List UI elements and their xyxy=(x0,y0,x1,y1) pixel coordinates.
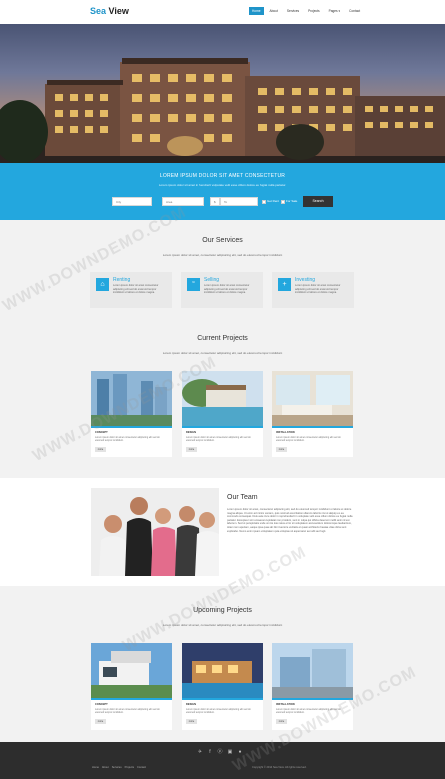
team-people-illustration xyxy=(91,488,219,576)
service-card-renting: ⌂ Renting Lorem ipsum dolor sit amet con… xyxy=(90,272,172,308)
quote-icon: “ xyxy=(187,278,200,291)
card-accent-bar xyxy=(182,698,263,700)
card-label: DESIGN xyxy=(186,431,196,434)
nav-item-about[interactable]: About xyxy=(267,7,281,15)
card-label: DESIGN xyxy=(186,703,196,706)
service-title: Selling xyxy=(204,277,220,283)
linkedin-icon[interactable]: ▣ xyxy=(227,749,233,755)
service-title: Investing xyxy=(295,277,316,283)
facebook-icon[interactable]: f xyxy=(207,749,213,755)
site-logo[interactable]: Sea View xyxy=(90,6,129,16)
services-subtitle: Lorem ipsum dolor sit amet, consectetur … xyxy=(162,253,283,257)
logo-text-sea: Sea xyxy=(90,6,107,16)
service-card-selling: “ Selling Lorem ipsum dolor sit amet con… xyxy=(181,272,263,308)
footer-links: Home About Services Projects Contact xyxy=(92,766,146,769)
more-button[interactable]: more xyxy=(95,719,106,724)
more-button[interactable]: more xyxy=(186,719,197,724)
hero-banner-image xyxy=(0,24,445,163)
twitter-icon[interactable]: ✈ xyxy=(197,749,203,755)
service-card-investing: + Investing Lorem ipsum dolor sit amet c… xyxy=(272,272,354,308)
for-sale-checkbox[interactable] xyxy=(281,200,285,204)
get-rent-checkbox[interactable] xyxy=(262,200,266,204)
price-to-field[interactable]: To xyxy=(220,197,258,206)
area-field[interactable]: Area xyxy=(162,197,204,206)
site-footer xyxy=(0,742,445,779)
pinterest-icon[interactable]: ⓟ xyxy=(217,749,223,755)
service-text: Lorem ipsum dolor sit amet consectetur a… xyxy=(295,284,341,295)
footer-link-projects[interactable]: Projects xyxy=(125,766,134,769)
upcoming-projects-subtitle: Lorem ipsum dolor sit amet, consectetur … xyxy=(162,623,283,627)
project-image-night-villa xyxy=(182,643,263,698)
card-text: Lorem ipsum dolor sit amet consectetur a… xyxy=(95,436,160,443)
logo-text-view: View xyxy=(108,6,129,16)
services-title: Our Services xyxy=(202,237,243,244)
footer-link-about[interactable]: About xyxy=(102,766,109,769)
top-navbar: Sea View Home About Services Projects Pa… xyxy=(0,0,445,25)
project-card: DESIGN Lorem ipsum dolor sit amet consec… xyxy=(182,371,263,457)
get-rent-label: Get Rent xyxy=(267,199,280,203)
team-section xyxy=(0,478,445,586)
service-text: Lorem ipsum dolor sit amet consectetur a… xyxy=(113,284,159,295)
service-text: Lorem ipsum dolor sit amet consectetur a… xyxy=(204,284,250,295)
project-card: INSTALLATION Lorem ipsum dolor sit amet … xyxy=(272,371,353,457)
team-photo xyxy=(91,488,219,576)
for-sale-label: For Sale xyxy=(286,199,298,203)
current-projects-title: Current Projects xyxy=(197,335,248,342)
nav-item-home[interactable]: Home xyxy=(249,7,264,15)
card-label: INSTALLATION xyxy=(276,703,295,706)
project-image-office-tower xyxy=(272,643,353,698)
card-text: Lorem ipsum dolor sit amet consectetur a… xyxy=(276,436,341,443)
project-image-living-room xyxy=(272,371,353,426)
nav-item-contact[interactable]: Contact xyxy=(346,7,363,15)
card-label: INSTALLATION xyxy=(276,431,295,434)
copyright-text: Copyright © 2014 Sea View. All rights re… xyxy=(252,766,307,769)
price-from-field[interactable]: $ xyxy=(210,197,220,206)
city-field[interactable]: City xyxy=(112,197,152,206)
service-title: Renting xyxy=(113,277,131,283)
more-button[interactable]: more xyxy=(186,447,197,452)
card-accent-bar xyxy=(182,426,263,428)
nav-item-services[interactable]: Services xyxy=(284,7,302,15)
more-button[interactable]: more xyxy=(276,719,287,724)
project-card: DESIGN Lorem ipsum dolor sit amet consec… xyxy=(182,643,263,730)
search-section-subtitle: Lorem ipsum dolor sit amet in hendrerit … xyxy=(158,183,287,187)
card-label: CONCEPT xyxy=(95,703,108,706)
search-section: LOREM IPSUM DOLOR SIT AMET CONSECTETUR L… xyxy=(0,163,445,220)
team-title: Our Team xyxy=(227,494,258,501)
footer-link-contact[interactable]: Contact xyxy=(137,766,146,769)
nav-item-projects[interactable]: Projects xyxy=(305,7,323,15)
search-button[interactable]: Search xyxy=(303,196,333,207)
card-text: Lorem ipsum dolor sit amet consectetur a… xyxy=(95,708,160,715)
card-accent-bar xyxy=(272,426,353,428)
card-text: Lorem ipsum dolor sit amet consectetur a… xyxy=(186,436,251,443)
nav-item-pages-dropdown[interactable]: Pages ▾ xyxy=(326,7,344,15)
footer-link-services[interactable]: Services xyxy=(112,766,122,769)
search-section-title: LOREM IPSUM DOLOR SIT AMET CONSECTETUR xyxy=(159,173,286,179)
footer-link-home[interactable]: Home xyxy=(92,766,99,769)
apartment-building-illustration xyxy=(0,58,445,163)
main-menu: Home About Services Projects Pages ▾ Con… xyxy=(249,7,363,15)
project-card: CONCEPT Lorem ipsum dolor sit amet conse… xyxy=(91,643,172,730)
card-text: Lorem ipsum dolor sit amet consectetur a… xyxy=(186,708,251,715)
more-button[interactable]: more xyxy=(95,447,106,452)
plus-icon: + xyxy=(278,278,291,291)
current-projects-subtitle: Lorem ipsum dolor sit amet, consectetur … xyxy=(162,351,283,355)
upcoming-projects-title: Upcoming Projects xyxy=(193,607,252,614)
home-icon: ⌂ xyxy=(96,278,109,291)
card-accent-bar xyxy=(91,698,172,700)
team-description: Lorem ipsum dolor sit amet, consectetur … xyxy=(227,508,353,533)
more-button[interactable]: more xyxy=(276,447,287,452)
